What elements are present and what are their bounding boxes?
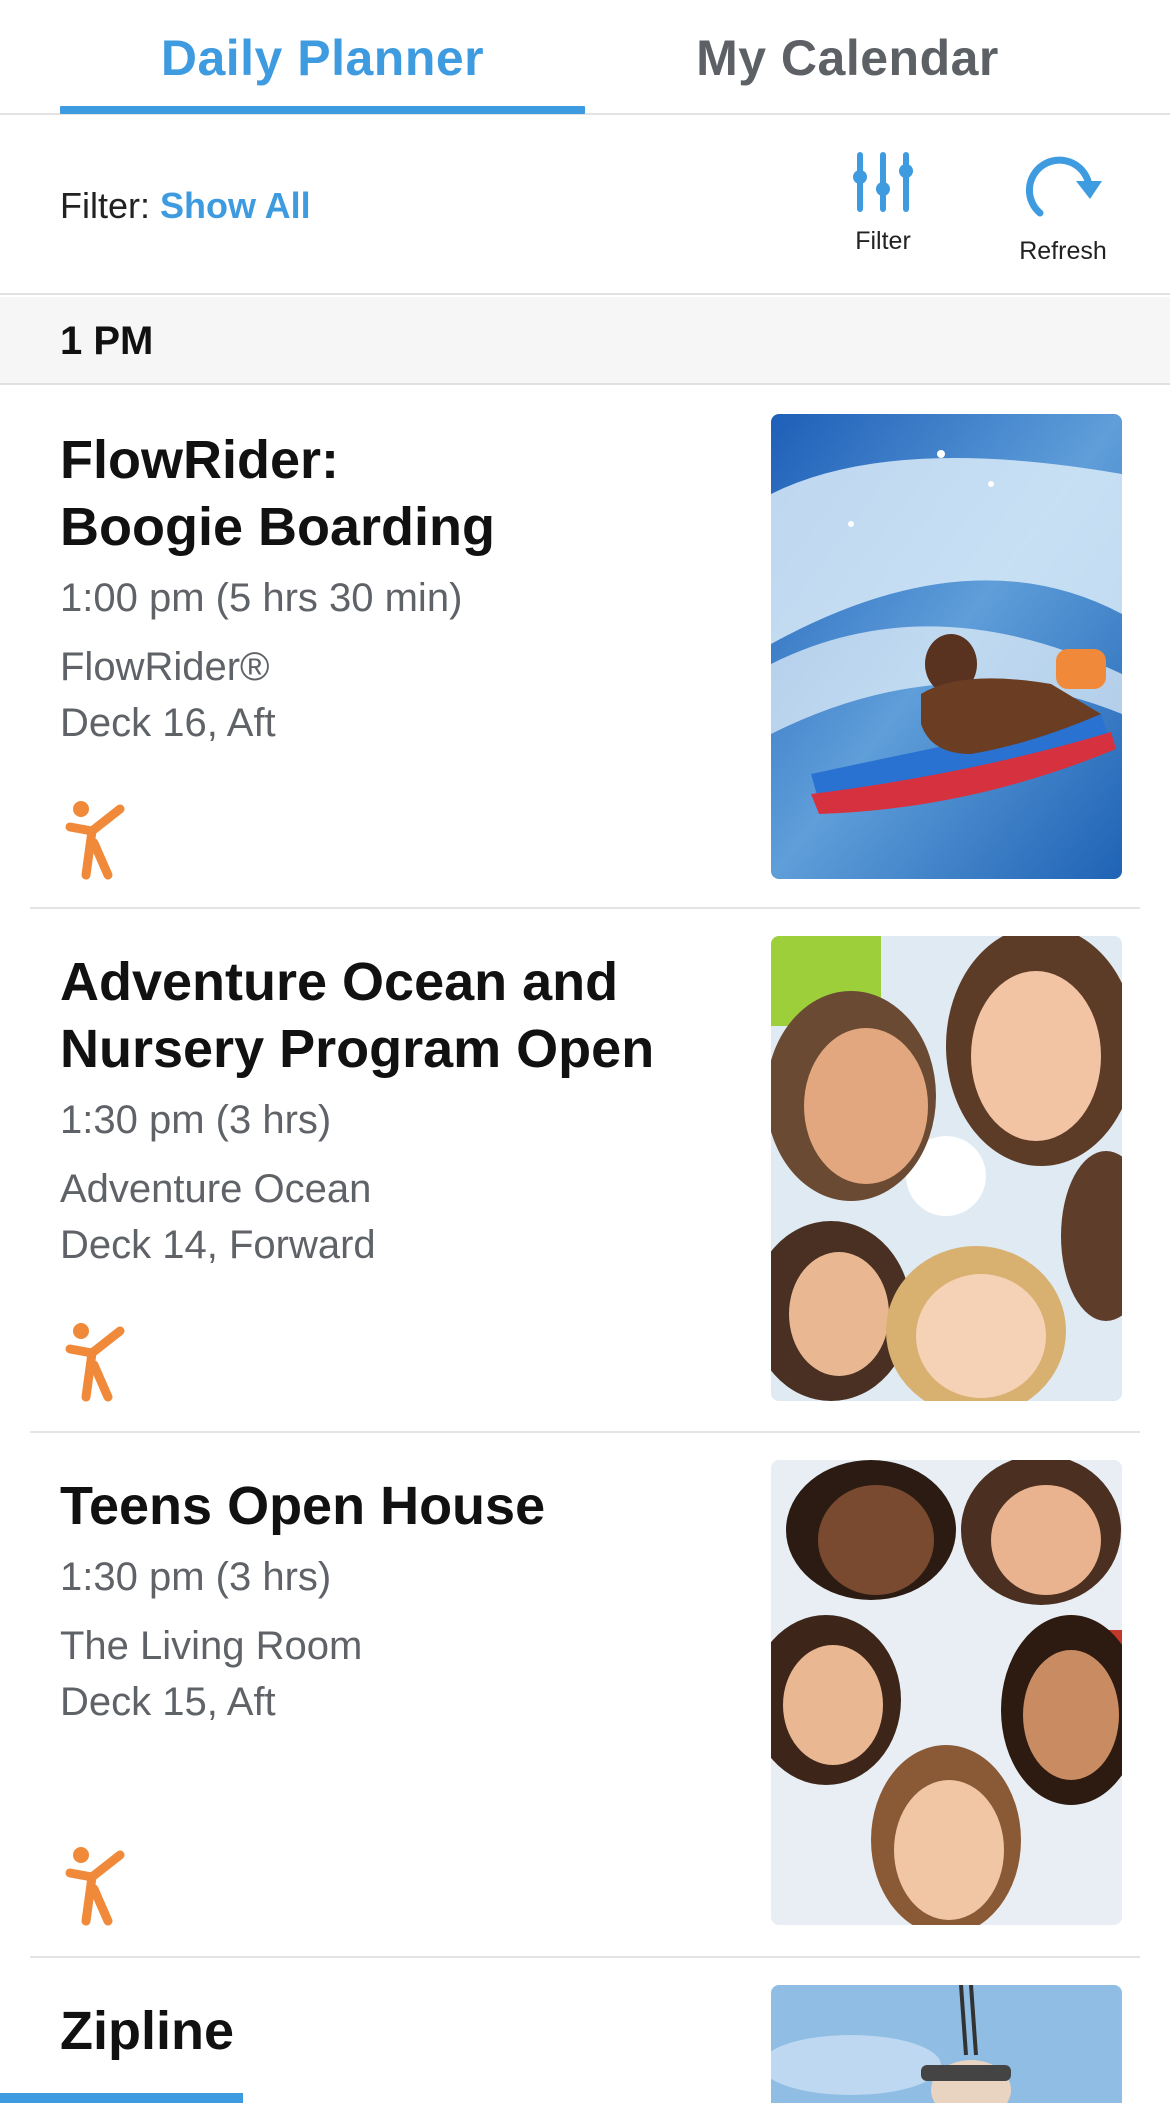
activity-deck: Deck 16, Aft: [60, 701, 276, 745]
refresh-icon: [1025, 156, 1102, 217]
activity-venue: Adventure Ocean: [60, 1167, 372, 1211]
activity-details: Adventure Ocean and Nursery Program Open…: [60, 949, 750, 1273]
activity-title: Adventure Ocean and Nursery Program Open: [60, 949, 750, 1083]
tab-bar: Daily Planner My Calendar: [0, 0, 1170, 115]
time-header-label: 1 PM: [60, 319, 154, 363]
daily-planner-screen: Daily Planner My Calendar Filter: Show A…: [0, 0, 1170, 2103]
filter-button[interactable]: Filter: [808, 151, 958, 256]
active-tab-indicator: [60, 106, 585, 114]
activity-time: 1:00 pm (5 hrs 30 min): [60, 576, 463, 620]
activity-details: FlowRider: Boogie Boarding 1:00 pm (5 hr…: [60, 427, 750, 751]
teens-circle-photo: [771, 1460, 1122, 1925]
activity-deck: Deck 14, Forward: [60, 1223, 376, 1267]
refresh-button[interactable]: Refresh: [988, 151, 1138, 266]
activity-title-line: Boogie Boarding: [60, 497, 495, 557]
filter-button-label: Filter: [855, 227, 911, 255]
activity-title-line: FlowRider:: [60, 430, 339, 490]
active-person-icon: [65, 1323, 125, 1402]
activity-title: FlowRider: Boogie Boarding: [60, 427, 750, 561]
activity-time: 1:30 pm (3 hrs): [60, 1098, 332, 1142]
activity-card[interactable]: Teens Open House 1:30 pm (3 hrs) The Liv…: [30, 1433, 1140, 1958]
zipline-photo: [771, 1985, 1122, 2103]
activity-title-line: Zipline: [60, 2001, 234, 2061]
filter-label: Filter:: [60, 185, 150, 226]
scroll-indicator: [0, 2093, 243, 2103]
kids-circle-photo: [771, 936, 1122, 1401]
active-person-icon: [65, 801, 125, 880]
activity-venue: FlowRider®: [60, 645, 270, 689]
tab-daily-planner[interactable]: Daily Planner: [60, 0, 585, 115]
activity-title: Zipline: [60, 1998, 750, 2065]
refresh-button-label: Refresh: [1019, 237, 1107, 265]
activity-card[interactable]: Zipline: [30, 1958, 1140, 2103]
activity-card[interactable]: FlowRider: Boogie Boarding 1:00 pm (5 hr…: [30, 387, 1140, 909]
filter-value-link[interactable]: Show All: [160, 185, 311, 226]
activity-card[interactable]: Adventure Ocean and Nursery Program Open…: [30, 909, 1140, 1433]
active-person-icon: [65, 1847, 125, 1926]
activity-deck: Deck 15, Aft: [60, 1680, 276, 1724]
filter-bar: Filter: Show All Filter Refresh: [0, 117, 1170, 295]
activity-title-line: Teens Open House: [60, 1476, 546, 1536]
activity-time: 1:30 pm (3 hrs): [60, 1555, 332, 1599]
filter-status: Filter: Show All: [60, 185, 311, 227]
tab-my-calendar[interactable]: My Calendar: [585, 0, 1110, 115]
activity-title-line: Adventure Ocean and: [60, 952, 619, 1012]
activity-title: Teens Open House: [60, 1473, 750, 1540]
activity-details: Teens Open House 1:30 pm (3 hrs) The Liv…: [60, 1473, 750, 1730]
activity-details: Zipline: [60, 1998, 750, 2065]
time-section-header: 1 PM: [0, 297, 1170, 385]
sliders-icon: [853, 152, 913, 212]
activity-venue: The Living Room: [60, 1624, 363, 1668]
activity-title-line: Nursery Program Open: [60, 1019, 655, 1079]
child-boogie-boarding-photo: [771, 414, 1122, 879]
